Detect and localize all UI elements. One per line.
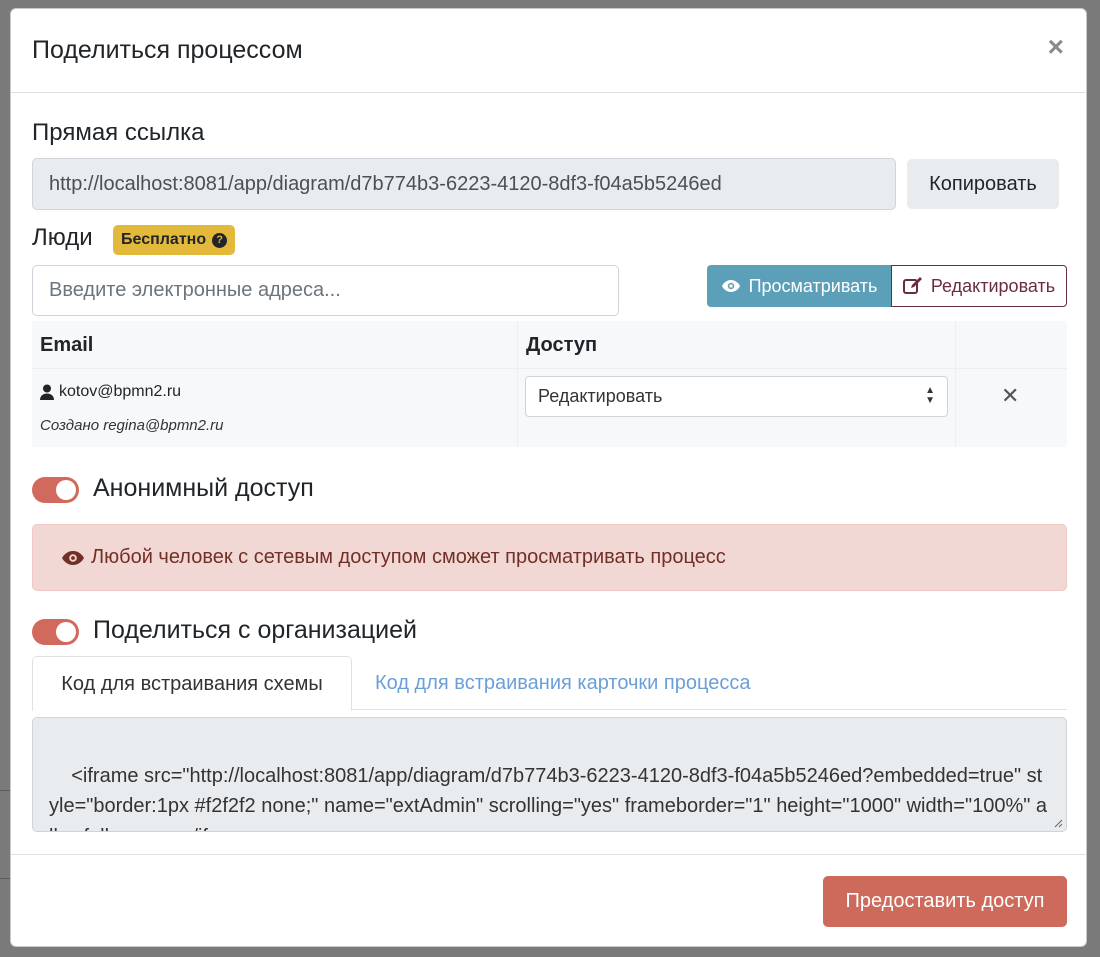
column-access: Доступ bbox=[518, 321, 956, 368]
access-table: Email Доступ kotov@bpmn2.ru Создано regi… bbox=[32, 321, 1067, 447]
modal-title: Поделиться процессом bbox=[32, 36, 303, 64]
embed-code-text: <iframe src="http://localhost:8081/app/d… bbox=[49, 764, 1048, 832]
resize-handle-icon[interactable] bbox=[1053, 818, 1063, 828]
free-badge-label: Бесплатно bbox=[121, 231, 207, 248]
permission-toggle-group: Просматривать Редактировать bbox=[707, 265, 1067, 307]
direct-link-input[interactable]: http://localhost:8081/app/diagram/d7b774… bbox=[32, 158, 896, 210]
direct-link-title: Прямая ссылка bbox=[32, 119, 205, 146]
email-input[interactable]: Введите электронные адреса... bbox=[32, 265, 619, 316]
tab-embed-card[interactable]: Код для встраивания карточки процесса bbox=[375, 656, 750, 710]
eye-icon bbox=[721, 280, 740, 292]
alert-text: Любой человек с сетевым доступом сможет … bbox=[91, 546, 726, 568]
share-organization-toggle[interactable] bbox=[32, 619, 79, 645]
view-permission-label: Просматривать bbox=[748, 275, 878, 296]
question-circle-icon[interactable]: ? bbox=[212, 232, 228, 248]
copy-button[interactable]: Копировать bbox=[907, 159, 1059, 209]
edit-icon bbox=[902, 277, 922, 294]
access-select-value: Редактировать bbox=[538, 386, 663, 406]
backdrop-divider bbox=[0, 878, 10, 879]
anonymous-access-alert: Любой человек с сетевым доступом сможет … bbox=[32, 524, 1067, 591]
select-arrows-icon: ▲ ▼ bbox=[925, 385, 935, 406]
table-header: Email Доступ bbox=[32, 321, 1067, 369]
created-by: Создано regina@bpmn2.ru bbox=[40, 417, 224, 434]
eye-icon bbox=[62, 550, 84, 565]
column-actions bbox=[956, 321, 1067, 368]
edit-permission-button[interactable]: Редактировать bbox=[891, 265, 1067, 307]
user-icon bbox=[40, 384, 54, 400]
people-title: Люди bbox=[32, 224, 93, 251]
close-icon[interactable]: × bbox=[1048, 33, 1064, 61]
free-badge: Бесплатно ? bbox=[113, 225, 236, 255]
view-permission-button[interactable]: Просматривать bbox=[707, 265, 891, 307]
email-cell: kotov@bpmn2.ru Создано regina@bpmn2.ru bbox=[32, 369, 518, 447]
anonymous-access-label: Анонимный доступ bbox=[93, 474, 314, 502]
anonymous-access-toggle[interactable] bbox=[32, 477, 79, 503]
modal-footer: Предоставить доступ bbox=[11, 854, 1086, 946]
column-email: Email bbox=[32, 321, 518, 368]
user-email: kotov@bpmn2.ru bbox=[59, 383, 182, 400]
remove-user-icon[interactable]: ✕ bbox=[1001, 383, 1019, 409]
user-line: kotov@bpmn2.ru bbox=[40, 383, 181, 401]
backdrop-divider bbox=[0, 790, 10, 791]
modal-header: Поделиться процессом × bbox=[11, 9, 1086, 93]
tab-embed-diagram[interactable]: Код для встраивания схемы bbox=[32, 656, 352, 711]
grant-access-button[interactable]: Предоставить доступ bbox=[823, 876, 1067, 927]
embed-tabs: Код для встраивания схемы Код для встраи… bbox=[32, 656, 1067, 711]
table-row: kotov@bpmn2.ru Создано regina@bpmn2.ru Р… bbox=[32, 369, 1067, 447]
embed-code-textarea[interactable]: <iframe src="http://localhost:8081/app/d… bbox=[32, 717, 1067, 832]
edit-permission-label: Редактировать bbox=[930, 275, 1056, 296]
share-modal: Поделиться процессом × Прямая ссылка htt… bbox=[10, 8, 1087, 947]
access-select[interactable]: Редактировать ▲ ▼ bbox=[525, 376, 948, 417]
access-cell: Редактировать ▲ ▼ bbox=[518, 369, 956, 447]
share-organization-label: Поделиться с организацией bbox=[93, 616, 418, 644]
actions-cell: ✕ bbox=[956, 369, 1067, 447]
